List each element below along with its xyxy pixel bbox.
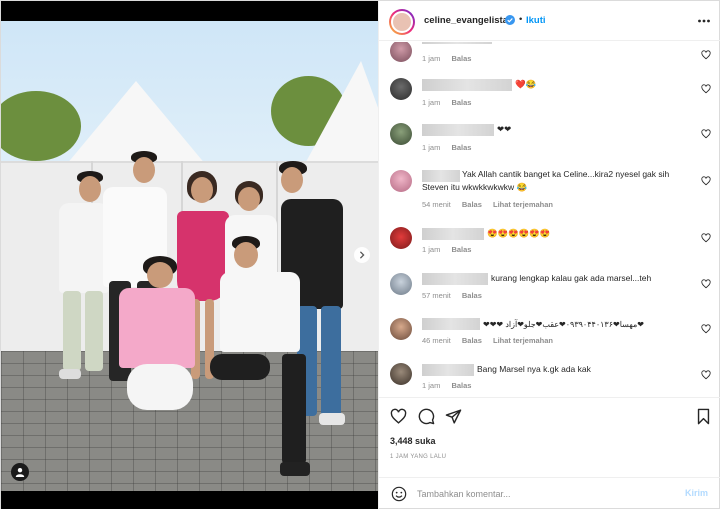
like-comment-heart-icon[interactable] [701, 233, 711, 243]
commenter-avatar[interactable] [390, 318, 412, 340]
commenter-avatar[interactable] [390, 42, 412, 62]
comment-meta: 46 menit Balas Lihat terjemahan [422, 336, 562, 345]
post-header: celine_evangelista • Ikuti [379, 1, 720, 41]
commenter-avatar[interactable] [390, 78, 412, 100]
group-photo [1, 21, 378, 491]
reply-button[interactable]: Balas [451, 143, 471, 152]
reply-button[interactable]: Balas [451, 245, 471, 254]
save-bookmark-icon[interactable] [695, 408, 712, 425]
commenter-avatar[interactable] [390, 170, 412, 192]
like-comment-heart-icon[interactable] [701, 129, 711, 139]
comment-time: 57 menit [422, 291, 451, 300]
comment-text: ❤❤❤ مهسا❤۰۹۳۹۰۴۴۰۱۳۶❤عقب❤جلو❤آزاد❤ [483, 320, 644, 329]
commenter-name-redacted[interactable] [422, 364, 474, 376]
like-comment-heart-icon[interactable] [701, 50, 711, 60]
comment-meta: 1 jam Balas [422, 381, 480, 390]
comment-meta: 54 menit Balas Lihat terjemahan [422, 200, 562, 209]
commenter-name-redacted[interactable] [422, 79, 512, 91]
share-paper-plane-icon[interactable] [445, 408, 462, 425]
comment-text: Yak Allah cantik banget ka Celine...kira… [422, 169, 670, 192]
comment-bubble-icon[interactable] [418, 408, 435, 425]
like-comment-heart-icon[interactable] [701, 176, 711, 186]
see-translation-button[interactable]: Lihat terjemahan [493, 336, 553, 345]
comment-meta: 1 jam Balas [422, 143, 480, 152]
post-photo[interactable] [1, 1, 378, 509]
post-comment-button[interactable]: Kirim [685, 488, 708, 498]
comment-text: 😍😍😍😍😍😍 [487, 228, 551, 238]
comment-time: 1 jam [422, 143, 441, 152]
follow-button[interactable]: Ikuti [526, 15, 546, 26]
comment-meta: 1 jam Balas [422, 245, 480, 254]
author-username[interactable]: celine_evangelista [424, 15, 508, 26]
commenter-avatar[interactable] [390, 363, 412, 385]
like-comment-heart-icon[interactable] [701, 84, 711, 94]
verified-badge-icon [505, 15, 515, 25]
user-icon [15, 468, 25, 477]
like-heart-icon[interactable] [390, 408, 407, 425]
chevron-right-icon [359, 251, 365, 259]
post-timestamp: 1 JAM YANG LALU [390, 454, 447, 460]
reply-button[interactable]: Balas [451, 381, 471, 390]
instagram-post: celine_evangelista • Ikuti 1 jam Balas ❤… [0, 0, 720, 509]
comment-meta: 1 jam Balas [422, 54, 480, 63]
comments-list[interactable]: 1 jam Balas ❤️😂 1 jam Balas ❤❤ 1 jam Bal… [379, 42, 720, 397]
comment-meta: 57 menit Balas [422, 291, 491, 300]
reply-button[interactable]: Balas [462, 336, 482, 345]
reply-button[interactable]: Balas [451, 54, 471, 63]
comment-time: 54 menit [422, 200, 451, 209]
comment-meta: 1 jam Balas [422, 98, 480, 107]
reply-button[interactable]: Balas [462, 200, 482, 209]
commenter-name-redacted[interactable] [422, 124, 494, 136]
like-comment-heart-icon[interactable] [701, 279, 711, 289]
comment-time: 46 menit [422, 336, 451, 345]
comment-time: 1 jam [422, 98, 441, 107]
tagged-users-button[interactable] [11, 463, 29, 481]
commenter-name-redacted[interactable] [422, 42, 492, 44]
comment-time: 1 jam [422, 381, 441, 390]
commenter-name-redacted[interactable] [422, 318, 480, 330]
more-options-icon[interactable] [697, 14, 711, 28]
reply-button[interactable]: Balas [462, 291, 482, 300]
comment-text: Bang Marsel nya k.gk ada kak [477, 364, 591, 374]
comment-text: ❤❤ [497, 124, 512, 134]
see-translation-button[interactable]: Lihat terjemahan [493, 200, 553, 209]
reply-button[interactable]: Balas [451, 98, 471, 107]
commenter-avatar[interactable] [390, 227, 412, 249]
add-comment-bar: Kirim [379, 477, 720, 509]
comment-time: 1 jam [422, 245, 441, 254]
emoji-icon[interactable] [391, 486, 407, 502]
likes-count[interactable]: 3,448 suka [390, 436, 436, 446]
comment-text: kurang lengkap kalau gak ada marsel...te… [491, 273, 652, 283]
commenter-name-redacted[interactable] [422, 228, 484, 240]
carousel-next-button[interactable] [354, 247, 370, 263]
comment-time: 1 jam [422, 54, 441, 63]
like-comment-heart-icon[interactable] [701, 370, 711, 380]
separator-dot: • [519, 14, 523, 25]
commenter-avatar[interactable] [390, 123, 412, 145]
commenter-name-redacted[interactable] [422, 273, 488, 285]
comment-input[interactable] [417, 487, 667, 501]
post-sidebar: celine_evangelista • Ikuti 1 jam Balas ❤… [378, 1, 720, 509]
like-comment-heart-icon[interactable] [701, 324, 711, 334]
commenter-avatar[interactable] [390, 273, 412, 295]
comment-text: ❤️😂 [515, 79, 537, 89]
author-avatar[interactable] [389, 9, 415, 35]
post-actions: 3,448 suka 1 JAM YANG LALU [379, 397, 720, 477]
